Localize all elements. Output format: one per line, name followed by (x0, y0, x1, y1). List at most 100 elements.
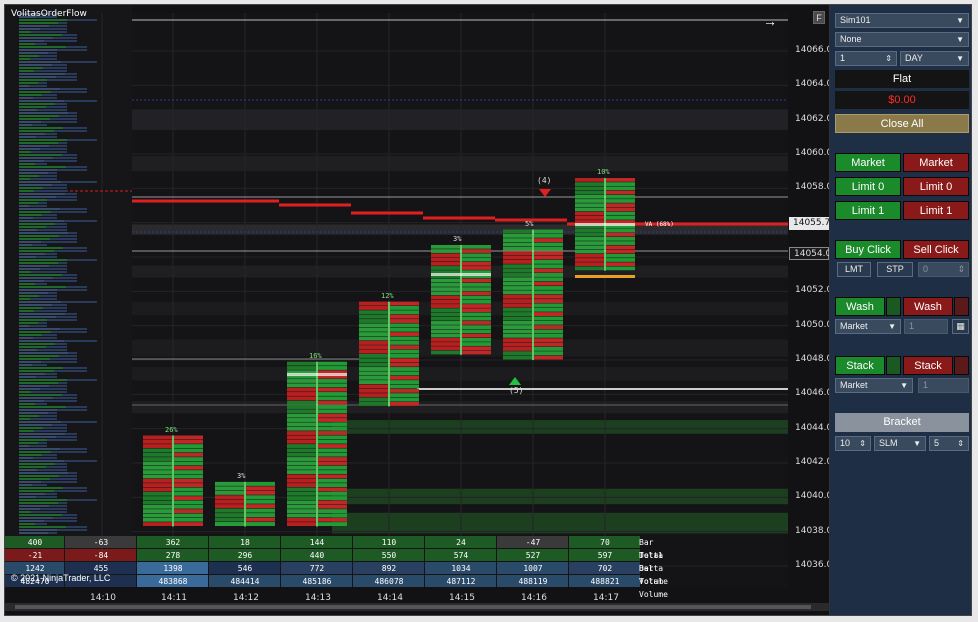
footprint-cell-bid (143, 509, 172, 514)
profile-bar (64, 340, 97, 342)
footprint-cell-bid (575, 258, 604, 262)
stack-buy-button[interactable]: Stack (835, 356, 885, 375)
quantity-stepper[interactable]: 1 ⇕ (835, 51, 897, 66)
wash-sell-button[interactable]: Wash (903, 297, 953, 316)
buy-limit1-button[interactable]: Limit 1 (835, 201, 901, 220)
bracket-type-value: SLM (879, 438, 898, 448)
stepper-icon[interactable]: ⇕ (859, 437, 866, 450)
f-button[interactable]: F (813, 11, 825, 24)
footprint-cell-bid (503, 251, 532, 256)
bracket-ticks-stepper[interactable]: 10 ⇕ (835, 436, 871, 451)
close-all-button[interactable]: Close All (835, 114, 969, 133)
footprint-cell-ask (390, 323, 419, 328)
profile-bar (19, 172, 48, 174)
buy-limit0-button[interactable]: Limit 0 (835, 177, 901, 196)
profile-bar (30, 298, 57, 300)
profile-bar (32, 484, 47, 486)
profile-bar (19, 205, 29, 207)
wash-sell-toggle[interactable] (954, 297, 969, 316)
footprint-chart[interactable]: VolitasOrderFlow F → 14066.00 14064.00 140… (5, 5, 838, 616)
footprint-cell-ask (174, 452, 203, 457)
bracket-qty-stepper[interactable]: 5 ⇕ (929, 436, 969, 451)
profile-bar (19, 88, 60, 90)
profile-bar (19, 448, 60, 450)
footprint-cell-bid (575, 237, 604, 241)
footprint-cell-ask (390, 340, 419, 345)
profile-bar (19, 25, 49, 27)
footprint-cell-bid (287, 405, 316, 409)
profile-bar (38, 322, 47, 324)
bar-percent-label: 16% (309, 351, 322, 360)
stack-sell-toggle[interactable] (954, 356, 969, 375)
time-tick-label: 14:15 (449, 593, 475, 603)
footprint-cell-bid (431, 278, 460, 283)
lmt-button[interactable]: LMT (837, 262, 871, 277)
profile-bar (19, 34, 62, 36)
profile-bar (19, 109, 37, 111)
sell-limit1-button[interactable]: Limit 1 (903, 201, 969, 220)
profile-bar (53, 397, 77, 399)
profile-bar (19, 364, 32, 366)
wash-qty-input[interactable]: 1 (904, 319, 948, 334)
bar-percent-label: 3% (237, 471, 246, 480)
sell-click-button[interactable]: Sell Click (903, 240, 969, 259)
footprint-cell-ask (606, 232, 635, 237)
stack-sell-button[interactable]: Stack (903, 356, 953, 375)
grid-icon[interactable]: ▦ (952, 319, 969, 334)
footprint-cell-bid (143, 448, 172, 453)
profile-bar (19, 46, 66, 48)
click-qty-input[interactable]: 0 ⇕ (918, 262, 969, 277)
profile-bar (58, 502, 67, 504)
profile-bar (49, 265, 67, 267)
buy-click-button[interactable]: Buy Click (835, 240, 901, 259)
profile-bar (61, 181, 97, 183)
profile-bar (36, 376, 57, 378)
stat-cell: 440 (309, 551, 325, 560)
second-price-tag: 14054.00 (789, 247, 837, 260)
stack-qty-input[interactable]: 1 (918, 378, 969, 393)
footprint-cell-bid (431, 350, 460, 355)
wash-type-select[interactable]: Market ▼ (835, 319, 901, 334)
profile-bar (19, 400, 44, 402)
footprint-cell-bid (431, 312, 460, 317)
profile-bar (39, 415, 57, 417)
footprint-cell-bid (431, 304, 460, 308)
stepper-icon[interactable]: ⇕ (957, 437, 964, 450)
chevron-down-icon: ▼ (956, 16, 964, 25)
profile-bar (19, 316, 56, 318)
atm-strategy-select[interactable]: None ▼ (835, 32, 969, 47)
profile-bar (19, 118, 50, 120)
footprint-cell-ask (318, 461, 347, 466)
stepper-icon[interactable]: ⇕ (885, 52, 892, 65)
bracket-type-select[interactable]: SLM ▼ (874, 436, 926, 451)
profile-bar (19, 220, 64, 222)
profile-bar (19, 289, 57, 291)
stp-button[interactable]: STP (877, 262, 913, 277)
footprint-cell-bid (143, 452, 172, 457)
wash-buy-toggle[interactable] (886, 297, 901, 316)
chart-canvas[interactable] (5, 5, 829, 616)
click-qty-value: 0 (923, 264, 929, 274)
profile-bar (40, 388, 67, 390)
footprint-cell-ask (462, 321, 491, 325)
footprint-cell-bid (431, 346, 460, 351)
sell-limit0-button[interactable]: Limit 0 (903, 177, 969, 196)
footprint-cell-bid (575, 211, 604, 216)
account-select[interactable]: Sim101 ▼ (835, 13, 969, 28)
bracket-button[interactable]: Bracket (835, 413, 969, 432)
wash-buy-button[interactable]: Wash (835, 297, 885, 316)
tif-select[interactable]: DAY ▼ (900, 51, 969, 66)
profile-bar (57, 169, 87, 171)
stack-buy-toggle[interactable] (886, 356, 901, 375)
buy-market-button[interactable]: Market (835, 153, 901, 172)
shade-band (132, 401, 788, 414)
profile-bar (50, 238, 77, 240)
profile-bar (30, 58, 57, 60)
profile-bar (19, 79, 47, 81)
profile-bar (19, 277, 53, 279)
stack-type-select[interactable]: Market ▼ (835, 378, 913, 393)
profile-bar (31, 31, 67, 33)
sell-market-button[interactable]: Market (903, 153, 969, 172)
footprint-cell-ask (390, 401, 419, 406)
right-arrow-icon[interactable]: → (763, 13, 777, 29)
